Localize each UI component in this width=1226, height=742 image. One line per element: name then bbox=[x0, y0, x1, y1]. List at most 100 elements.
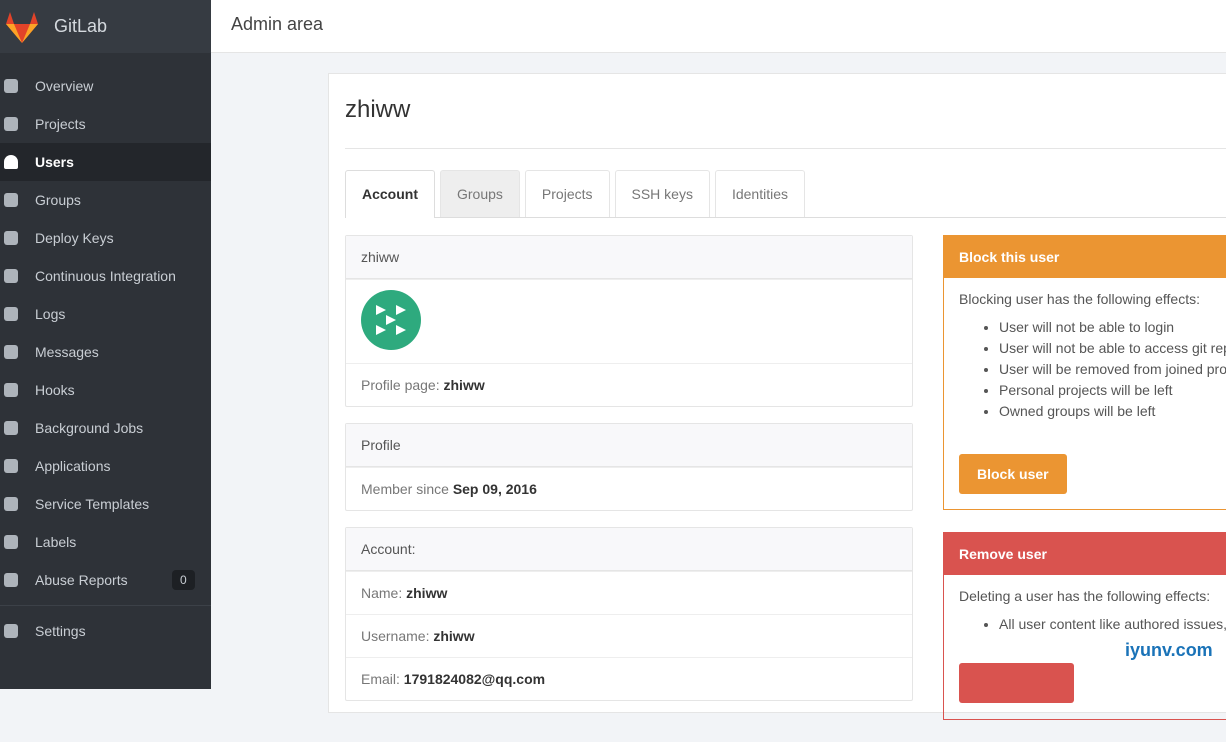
sidebar-item-groups[interactable]: Groups bbox=[0, 181, 211, 219]
sidebar-item-label: Groups bbox=[35, 192, 81, 208]
sidebar-item-label: Service Templates bbox=[35, 496, 150, 512]
sidebar-item-abuse-reports[interactable]: Abuse Reports 0 bbox=[0, 561, 211, 599]
sidebar-item-label: Deploy Keys bbox=[35, 230, 114, 246]
sidebar: GitLab Overview Projects Users Groups Deploy… bbox=[0, 0, 211, 689]
sidebar-item-users[interactable]: Users bbox=[0, 143, 211, 181]
block-user-panel: Block this user Blocking user has the fo… bbox=[943, 235, 1226, 510]
sidebar-item-label: Continuous Integration bbox=[35, 268, 176, 284]
label: Name: bbox=[361, 585, 403, 601]
effect-item: Personal projects will be left bbox=[999, 380, 1226, 401]
brand-name: GitLab bbox=[54, 16, 108, 36]
sidebar-item-applications[interactable]: Applications bbox=[0, 447, 211, 485]
tab-groups[interactable]: Groups bbox=[440, 170, 520, 217]
file-icon bbox=[4, 307, 18, 321]
main-content: zhiww Account Groups Projects SSH keys I… bbox=[328, 73, 1226, 720]
sidebar-item-messages[interactable]: Messages bbox=[0, 333, 211, 371]
dashboard-icon bbox=[4, 79, 18, 93]
label: Email: bbox=[361, 671, 400, 687]
effect-item: All user content like authored issues, bbox=[999, 614, 1226, 635]
cloud-icon bbox=[4, 459, 18, 473]
sidebar-item-settings[interactable]: Settings bbox=[0, 612, 211, 650]
block-user-button[interactable]: Block user bbox=[959, 454, 1067, 494]
sidebar-item-logs[interactable]: Logs bbox=[0, 295, 211, 333]
account-panel-title: Account: bbox=[346, 528, 912, 571]
sidebar-item-background-jobs[interactable]: Background Jobs bbox=[0, 409, 211, 447]
tabs: Account Groups Projects SSH keys Identit… bbox=[345, 170, 1226, 218]
tags-icon bbox=[4, 535, 18, 549]
profile-panel-title: Profile bbox=[346, 424, 912, 467]
email-value: 1791824082@qq.com bbox=[403, 671, 546, 687]
profile-link[interactable]: zhiww bbox=[444, 377, 485, 393]
name-value: zhiww bbox=[406, 585, 448, 601]
sidebar-item-label: Messages bbox=[35, 344, 99, 360]
watermark: iyunv.com bbox=[1125, 640, 1213, 660]
sidebar-item-overview[interactable]: Overview bbox=[0, 67, 211, 105]
gitlab-logo-icon bbox=[6, 11, 38, 43]
effect-item: User will not be able to login bbox=[999, 317, 1226, 338]
sidebar-item-label: Applications bbox=[35, 458, 111, 474]
sidebar-item-label: Abuse Reports bbox=[35, 572, 128, 588]
external-link-icon bbox=[4, 383, 18, 397]
label: Profile page: bbox=[361, 377, 440, 393]
sidebar-item-label: Settings bbox=[35, 623, 86, 639]
profile-panel: Profile Member since Sep 09, 2016 bbox=[345, 423, 913, 511]
remove-user-panel: Remove user Deleting a user has the foll… bbox=[943, 532, 1226, 720]
header-title: Admin area bbox=[231, 14, 324, 34]
user-card-title: zhiww bbox=[346, 236, 912, 279]
tab-projects[interactable]: Projects bbox=[524, 170, 610, 217]
sidebar-item-hooks[interactable]: Hooks bbox=[0, 371, 211, 409]
block-effects-list: User will not be able to loginUser will … bbox=[999, 317, 1226, 422]
effect-item: User will be removed from joined pro bbox=[999, 359, 1226, 380]
page-title: zhiww bbox=[345, 74, 1226, 149]
sidebar-item-label: Users bbox=[35, 154, 74, 170]
users-icon bbox=[4, 193, 18, 207]
bullhorn-icon bbox=[4, 345, 18, 359]
identicon-avatar bbox=[361, 290, 421, 350]
remove-intro: Deleting a user has the following effect… bbox=[959, 588, 1211, 604]
label: Member since bbox=[361, 481, 449, 497]
tab-identities[interactable]: Identities bbox=[714, 170, 806, 217]
name-row: Name: zhiww bbox=[346, 571, 912, 614]
sidebar-item-label: Background Jobs bbox=[35, 420, 144, 436]
sidebar-item-service-templates[interactable]: Service Templates bbox=[0, 485, 211, 523]
block-panel-title: Block this user bbox=[944, 236, 1226, 278]
remove-panel-title: Remove user bbox=[944, 533, 1226, 575]
account-panel: Account: Name: zhiww Username: zhiww Ema… bbox=[345, 527, 913, 701]
cube-icon bbox=[4, 117, 18, 131]
count-badge: 0 bbox=[172, 570, 195, 590]
building-icon bbox=[4, 269, 18, 283]
sidebar-item-deploy-keys[interactable]: Deploy Keys bbox=[0, 219, 211, 257]
gear-icon bbox=[4, 421, 18, 435]
member-since-value: Sep 09, 2016 bbox=[452, 481, 537, 497]
remove-user-button[interactable] bbox=[959, 663, 1074, 703]
user-icon bbox=[4, 155, 18, 169]
remove-effects-list: All user content like authored issues, bbox=[999, 614, 1226, 635]
copy-icon bbox=[4, 497, 18, 511]
effect-item: Owned groups will be left bbox=[999, 401, 1226, 422]
page-header: Admin area bbox=[211, 0, 1226, 53]
effect-item: User will not be able to access git rep bbox=[999, 338, 1226, 359]
sidebar-item-label: Projects bbox=[35, 116, 86, 132]
sidebar-item-label: Logs bbox=[35, 306, 66, 322]
brand[interactable]: GitLab bbox=[0, 0, 211, 53]
sidebar-item-projects[interactable]: Projects bbox=[0, 105, 211, 143]
exclamation-icon bbox=[4, 573, 18, 587]
sidebar-item-label: Hooks bbox=[35, 382, 75, 398]
tab-ssh-keys[interactable]: SSH keys bbox=[614, 170, 710, 217]
key-icon bbox=[4, 231, 18, 245]
email-row: Email: 1791824082@qq.com bbox=[346, 657, 912, 700]
gears-icon bbox=[4, 624, 18, 638]
sidebar-item-label: Labels bbox=[35, 534, 77, 550]
user-card: zhiww Profile page: zhiww bbox=[345, 235, 913, 407]
tab-account[interactable]: Account bbox=[345, 170, 435, 218]
username-row: Username: zhiww bbox=[346, 614, 912, 657]
sidebar-item-labels[interactable]: Labels bbox=[0, 523, 211, 561]
member-since-row: Member since Sep 09, 2016 bbox=[346, 467, 912, 510]
sidebar-item-label: Overview bbox=[35, 78, 94, 94]
username-value: zhiww bbox=[433, 628, 475, 644]
label: Username: bbox=[361, 628, 430, 644]
avatar bbox=[346, 279, 912, 363]
profile-page-row: Profile page: zhiww bbox=[346, 363, 912, 406]
block-intro: Blocking user has the following effects: bbox=[959, 291, 1200, 307]
sidebar-item-continuous-integration[interactable]: Continuous Integration bbox=[0, 257, 211, 295]
